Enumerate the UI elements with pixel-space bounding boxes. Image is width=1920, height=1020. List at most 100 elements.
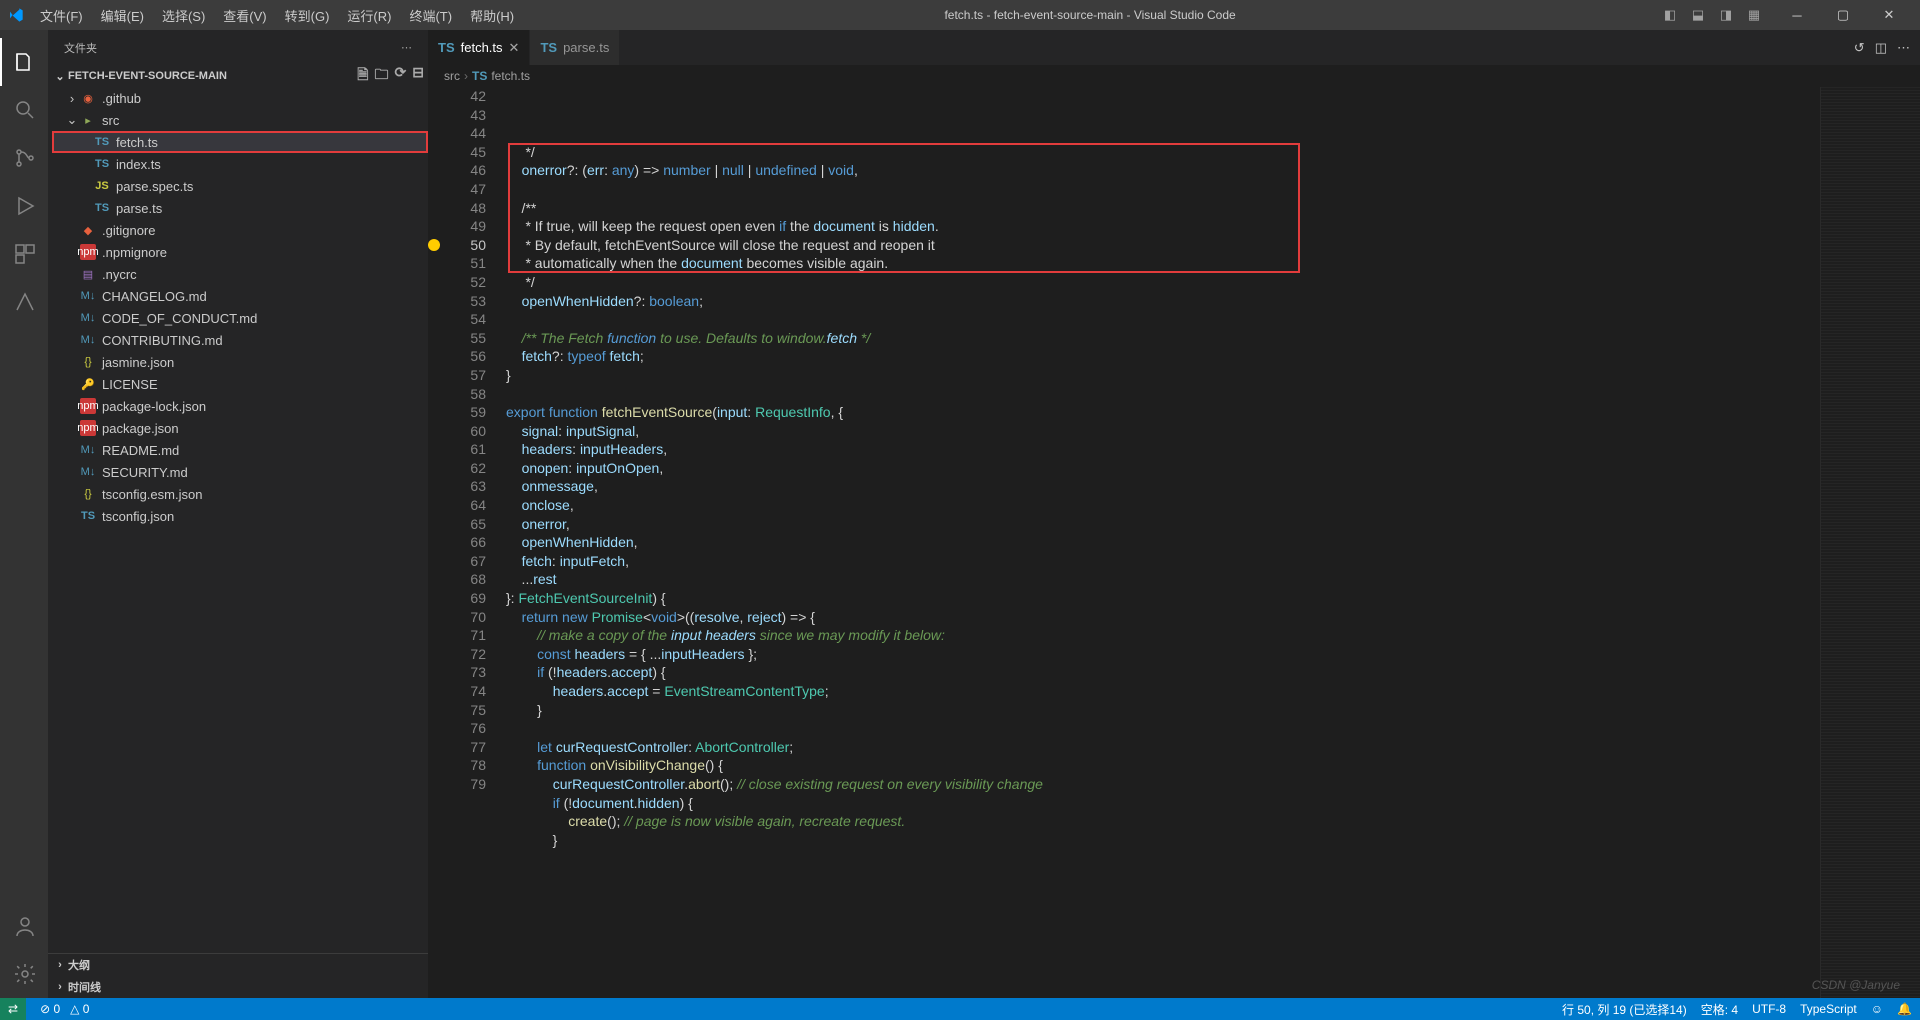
file-tree: ›◉.github⌄▸src TS fetch.ts TS index.ts JSpars… <box>48 87 428 527</box>
warnings-count[interactable]: △ 0 <box>70 1002 89 1016</box>
collapse-all-icon[interactable]: ⊟ <box>412 64 424 88</box>
line-gutter: 4243444546474849505152535455565758596061… <box>446 87 506 998</box>
feedback-icon[interactable]: ☺ <box>1871 1002 1883 1016</box>
vscode-logo-icon <box>8 7 24 23</box>
minimap[interactable] <box>1820 87 1920 998</box>
sidebar-title: 文件夹 <box>64 40 401 56</box>
tree-item-label: index.ts <box>116 157 161 172</box>
tree-item[interactable]: 🔑LICENSE <box>52 373 428 395</box>
maximize-button[interactable]: ▢ <box>1820 0 1866 30</box>
ts-icon: TS <box>472 69 487 83</box>
menu-item[interactable]: 选择(S) <box>154 2 213 29</box>
tree-item[interactable]: JSparse.spec.ts <box>52 175 428 197</box>
menu-item[interactable]: 帮助(H) <box>462 2 522 29</box>
md-icon: M↓ <box>80 288 96 304</box>
tree-item-label: fetch.ts <box>116 135 158 150</box>
search-icon[interactable] <box>0 86 48 134</box>
yaml-icon: ▤ <box>80 266 96 282</box>
tree-item[interactable]: npmpackage-lock.json <box>52 395 428 417</box>
menu-item[interactable]: 转到(G) <box>277 2 338 29</box>
menu-item[interactable]: 编辑(E) <box>93 2 152 29</box>
refresh-icon[interactable]: ⟳ <box>395 64 407 88</box>
close-tab-icon[interactable]: ✕ <box>509 40 520 56</box>
menu-item[interactable]: 终端(T) <box>401 2 460 29</box>
lightbulb-icon[interactable] <box>428 239 440 251</box>
tree-item[interactable]: npmpackage.json <box>52 417 428 439</box>
ts-icon: TS <box>94 134 110 150</box>
tree-item[interactable]: TS index.ts <box>52 153 428 175</box>
new-file-icon[interactable]: 🗎 <box>357 64 368 88</box>
tree-item-label: CODE_OF_CONDUCT.md <box>102 311 257 326</box>
extensions-icon[interactable] <box>0 230 48 278</box>
npm-icon: npm <box>80 420 96 436</box>
remote-indicator[interactable]: ⇄ <box>0 998 26 1020</box>
notifications-icon[interactable]: 🔔 <box>1897 1002 1912 1016</box>
split-editor-icon[interactable]: ◫ <box>1875 40 1887 56</box>
errors-count[interactable]: ⊘ 0 <box>40 1002 60 1016</box>
history-icon[interactable]: ↺ <box>1854 40 1865 56</box>
tree-item[interactable]: M↓CONTRIBUTING.md <box>52 329 428 351</box>
breadcrumb-item[interactable]: fetch.ts <box>491 69 530 83</box>
tab-label: parse.ts <box>563 40 609 55</box>
editor-tab[interactable]: TSparse.ts <box>530 30 620 65</box>
code-content[interactable]: */ onerror?: (err: any) => number | null… <box>506 87 1820 998</box>
twisty-icon: › <box>64 91 80 106</box>
tree-item-label: .nycrc <box>102 267 137 282</box>
menubar: 文件(F)编辑(E)选择(S)查看(V)转到(G)运行(R)终端(T)帮助(H) <box>32 2 522 29</box>
ts-icon: TS <box>94 200 110 216</box>
indentation[interactable]: 空格: 4 <box>1701 1001 1738 1018</box>
sidebar-more-icon[interactable]: ⋯ <box>401 41 412 54</box>
menu-item[interactable]: 运行(R) <box>339 2 399 29</box>
tree-item[interactable]: M↓README.md <box>52 439 428 461</box>
panel-left-icon[interactable]: ◧ <box>1658 3 1682 27</box>
tree-item[interactable]: TStsconfig.json <box>52 505 428 527</box>
tree-item[interactable]: {}jasmine.json <box>52 351 428 373</box>
tree-item[interactable]: M↓CHANGELOG.md <box>52 285 428 307</box>
code-editor[interactable]: 4243444546474849505152535455565758596061… <box>428 87 1920 998</box>
tree-item[interactable]: TS fetch.ts <box>52 131 428 153</box>
window-title: fetch.ts - fetch-event-source-main - Vis… <box>522 8 1658 22</box>
menu-item[interactable]: 查看(V) <box>215 2 274 29</box>
git-graph-icon[interactable] <box>0 278 48 326</box>
run-debug-icon[interactable] <box>0 182 48 230</box>
md-icon: M↓ <box>80 442 96 458</box>
tree-item[interactable]: M↓SECURITY.md <box>52 461 428 483</box>
editor-tab[interactable]: TSfetch.ts✕ <box>428 30 530 65</box>
breadcrumb-item[interactable]: src <box>444 69 460 83</box>
ts-icon: TS <box>80 508 96 524</box>
tree-item[interactable]: TSparse.ts <box>52 197 428 219</box>
tree-item[interactable]: ›◉.github <box>52 87 428 109</box>
tree-item[interactable]: ▤ .nycrc <box>52 263 428 285</box>
ts-icon: TS <box>94 156 110 172</box>
tree-item-label: CONTRIBUTING.md <box>102 333 223 348</box>
titlebar: 文件(F)编辑(E)选择(S)查看(V)转到(G)运行(R)终端(T)帮助(H)… <box>0 0 1920 30</box>
accounts-icon[interactable] <box>0 902 48 950</box>
outline-section[interactable]: › 大纲 <box>48 954 428 976</box>
sidebar-header: 文件夹 ⋯ <box>48 30 428 65</box>
layout-icon[interactable]: ▦ <box>1742 3 1766 27</box>
new-folder-icon[interactable]: 🗀 <box>375 64 389 88</box>
tree-item[interactable]: ⌄▸src <box>52 109 428 131</box>
panel-bottom-icon[interactable]: ⬓ <box>1686 3 1710 27</box>
panel-right-icon[interactable]: ◨ <box>1714 3 1738 27</box>
source-control-icon[interactable] <box>0 134 48 182</box>
more-actions-icon[interactable]: ⋯ <box>1897 40 1910 56</box>
chevron-down-icon: ⌄ <box>52 70 68 83</box>
tree-item[interactable]: ◆.gitignore <box>52 219 428 241</box>
npm-icon: npm <box>80 244 96 260</box>
editor-tabs: TSfetch.ts✕TSparse.ts ↺ ◫ ⋯ <box>428 30 1920 65</box>
explorer-icon[interactable] <box>0 38 48 86</box>
close-button[interactable]: ✕ <box>1866 0 1912 30</box>
cursor-position[interactable]: 行 50, 列 19 (已选择14) <box>1562 1001 1687 1018</box>
tree-item[interactable]: {}tsconfig.esm.json <box>52 483 428 505</box>
menu-item[interactable]: 文件(F) <box>32 2 91 29</box>
language-mode[interactable]: TypeScript <box>1800 1002 1857 1016</box>
timeline-section[interactable]: › 时间线 <box>48 976 428 998</box>
settings-gear-icon[interactable] <box>0 950 48 998</box>
tree-item[interactable]: M↓CODE_OF_CONDUCT.md <box>52 307 428 329</box>
explorer-section-header[interactable]: ⌄ FETCH-EVENT-SOURCE-MAIN 🗎 🗀 ⟳ ⊟ <box>48 65 428 87</box>
encoding[interactable]: UTF-8 <box>1752 1002 1786 1016</box>
tree-item[interactable]: npm.npmignore <box>52 241 428 263</box>
minimize-button[interactable]: ─ <box>1774 0 1820 30</box>
breadcrumbs[interactable]: src › TS fetch.ts <box>428 65 1920 87</box>
